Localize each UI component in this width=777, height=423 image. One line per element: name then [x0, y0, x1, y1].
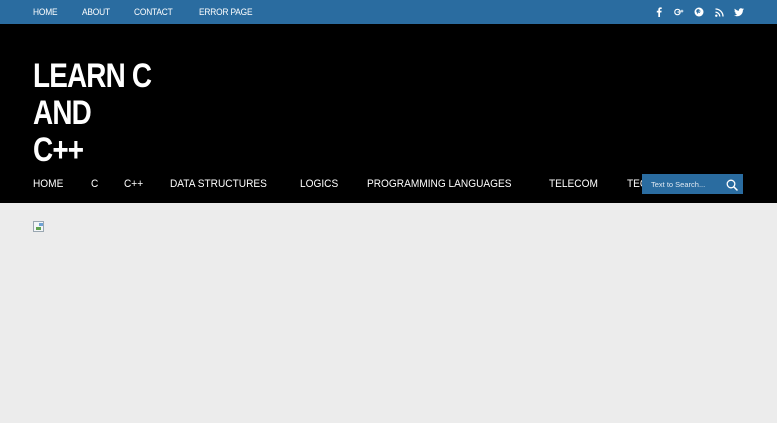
facebook-icon[interactable] [654, 6, 664, 18]
main-nav-data-structures[interactable]: DATA STRUCTURES [170, 178, 267, 190]
site-title-line2: C++ [33, 131, 84, 169]
site-header: LEARN C AND C++ HOME C C++ DATA STRUCTUR… [0, 24, 777, 203]
google-plus-icon[interactable] [674, 6, 684, 18]
main-nav-telecom[interactable]: TELECOM [549, 178, 598, 190]
top-nav-error-page[interactable]: ERROR PAGE [199, 7, 253, 18]
top-bar: HOME ABOUT CONTACT ERROR PAGE [0, 0, 777, 24]
broken-image-icon [33, 221, 44, 232]
site-title-line1: LEARN C AND [33, 57, 152, 132]
social-links [654, 0, 744, 24]
search-icon[interactable] [726, 178, 738, 191]
top-nav-contact[interactable]: CONTACT [134, 7, 173, 18]
pinterest-icon[interactable] [694, 6, 704, 18]
twitter-icon[interactable] [734, 6, 744, 18]
main-nav-cpp[interactable]: C++ [124, 178, 143, 190]
search-box [642, 174, 743, 194]
main-nav-c[interactable]: C [91, 178, 98, 190]
search-input[interactable] [642, 174, 720, 194]
top-nav: HOME ABOUT CONTACT ERROR PAGE [33, 0, 260, 24]
main-nav: HOME C C++ DATA STRUCTURES LOGICS PROGRA… [33, 174, 704, 194]
main-nav-programming-languages[interactable]: PROGRAMMING LANGUAGES [367, 178, 512, 190]
main-nav-home[interactable]: HOME [33, 178, 63, 190]
top-nav-about[interactable]: ABOUT [82, 7, 110, 18]
top-nav-home[interactable]: HOME [33, 7, 58, 18]
main-content [0, 203, 777, 423]
rss-icon[interactable] [714, 6, 724, 18]
main-nav-logics[interactable]: LOGICS [300, 178, 338, 190]
site-title[interactable]: LEARN C AND C++ [33, 58, 197, 169]
